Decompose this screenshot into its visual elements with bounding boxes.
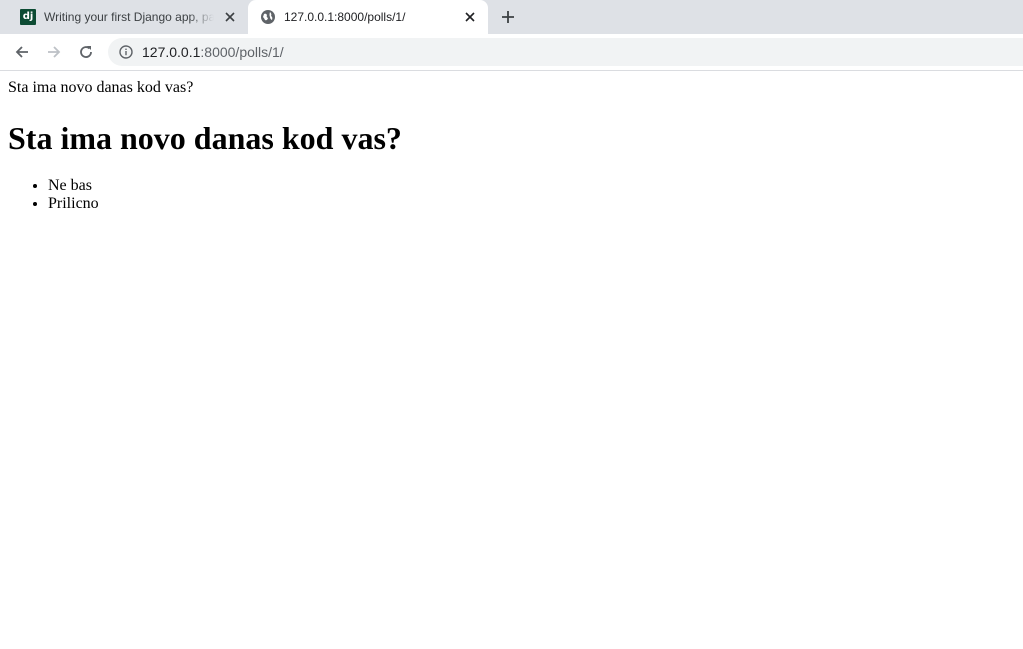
tab-django-docs[interactable]: dj Writing your first Django app, part 3	[8, 0, 248, 34]
plus-icon	[502, 11, 514, 23]
django-favicon-icon: dj	[20, 9, 36, 25]
new-tab-button[interactable]	[498, 7, 518, 27]
url-text[interactable]: 127.0.0.1:8000/polls/1/	[142, 44, 284, 60]
url-path: :8000/polls/1/	[200, 44, 284, 60]
arrow-left-icon	[15, 46, 28, 58]
choice-list: Ne bas Prilicno	[8, 177, 99, 213]
back-button[interactable]	[10, 40, 34, 64]
arrow-right-icon	[48, 46, 61, 58]
reload-icon	[80, 46, 92, 58]
tab-title: 127.0.0.1:8000/polls/1/	[284, 10, 406, 24]
address-bar[interactable]: 127.0.0.1:8000/polls/1/	[108, 38, 1023, 66]
reload-button[interactable]	[74, 40, 98, 64]
question-text: Sta ima novo danas kod vas?	[8, 79, 194, 96]
browser-toolbar: 127.0.0.1:8000/polls/1/	[0, 34, 1023, 71]
site-info-icon[interactable]	[118, 44, 134, 60]
globe-icon	[260, 9, 276, 25]
forward-button[interactable]	[42, 40, 66, 64]
page-content: Sta ima novo danas kod vas? Sta ima novo…	[0, 71, 1023, 649]
choice-item: Ne bas	[48, 177, 99, 195]
url-host: 127.0.0.1	[142, 44, 201, 60]
choice-item: Prilicno	[48, 195, 99, 213]
tab-title: Writing your first Django app, part 3	[44, 10, 214, 24]
tab-strip: dj Writing your first Django app, part 3…	[0, 0, 1023, 34]
close-tab-icon[interactable]	[222, 9, 238, 25]
question-heading: Sta ima novo danas kod vas?	[8, 120, 402, 156]
close-tab-icon[interactable]	[462, 9, 478, 25]
tab-polls-detail[interactable]: 127.0.0.1:8000/polls/1/	[248, 0, 488, 34]
